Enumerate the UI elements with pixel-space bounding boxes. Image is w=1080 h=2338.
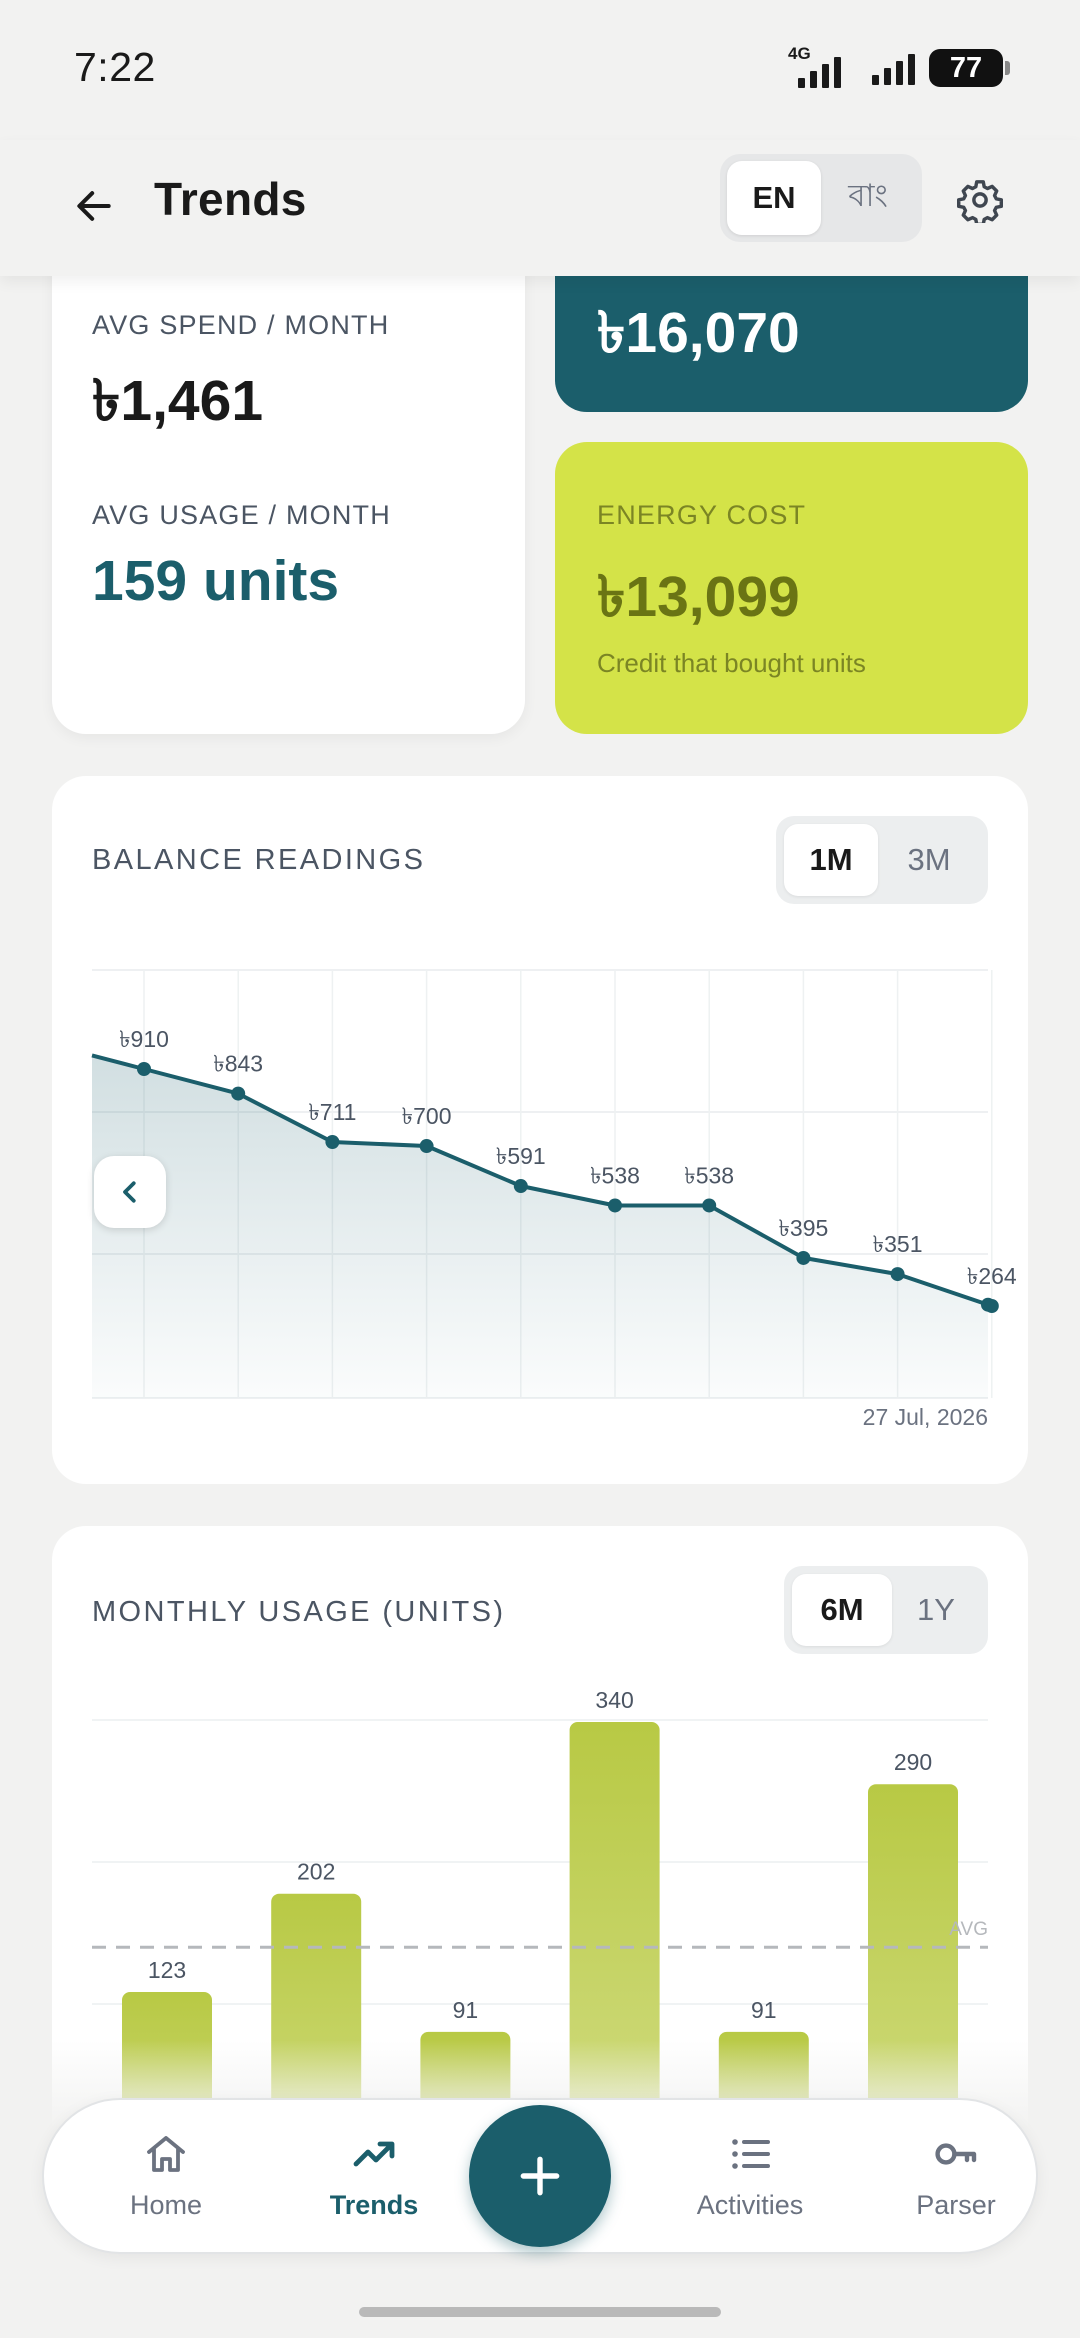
battery-icon: 77 — [929, 49, 1010, 87]
balance-point — [608, 1198, 622, 1213]
usage-data-label: 91 — [453, 1997, 479, 2023]
usage-data-label: 340 — [595, 1687, 633, 1713]
balance-data-label: ৳910 — [119, 1026, 169, 1052]
chart-previous-button[interactable] — [94, 1156, 166, 1228]
list-icon — [732, 2139, 770, 2169]
lang-bn-option[interactable]: বাং — [821, 161, 915, 235]
balance-data-label: ৳711 — [308, 1099, 356, 1125]
energy-cost-card: ENERGY COST ৳13,099 Credit that bought u… — [555, 442, 1028, 734]
nav-parser-label: Parser — [916, 2190, 996, 2220]
balance-data-label: ৳538 — [684, 1162, 734, 1188]
home-indicator — [359, 2307, 721, 2317]
back-button[interactable] — [64, 176, 124, 236]
nav-trends-label: Trends — [329, 2190, 419, 2220]
add-entry-button[interactable] — [469, 2105, 611, 2247]
balance-point — [231, 1086, 246, 1101]
back-arrow-icon — [77, 191, 111, 221]
key-icon — [935, 2143, 977, 2165]
avg-spend-value: ৳1,461 — [92, 369, 264, 433]
wifi-signal-icon — [872, 51, 915, 85]
balance-area — [92, 1055, 992, 1398]
usage-data-label: 91 — [751, 1997, 777, 2023]
balance-data-label: ৳843 — [213, 1051, 263, 1077]
usage-data-label: 123 — [148, 1957, 186, 1983]
balance-point — [984, 1299, 999, 1313]
avg-stats-card: AVG SPEND / MONTH ৳1,461 AVG USAGE / MON… — [52, 230, 525, 734]
mobile-signal-icon: 4G — [788, 44, 852, 88]
chevron-left-icon — [123, 1181, 136, 1203]
nav-home-label: Home — [129, 2190, 203, 2220]
balance-data-label: ৳264 — [967, 1263, 1017, 1289]
avg-spend-label: AVG SPEND / MONTH — [92, 310, 390, 340]
energy-cost-subtitle: Credit that bought units — [597, 648, 866, 678]
status-time: 7:22 — [74, 44, 156, 90]
balance-data-label: ৳351 — [873, 1231, 923, 1257]
usage-data-label: 290 — [894, 1749, 932, 1775]
battery-level: 77 — [929, 49, 1003, 87]
energy-cost-value: ৳13,099 — [597, 565, 800, 629]
balance-data-label: ৳538 — [590, 1162, 640, 1188]
balance-point — [325, 1135, 340, 1150]
balance-point — [890, 1267, 905, 1282]
home-icon — [147, 2136, 185, 2172]
balance-point — [137, 1062, 151, 1076]
status-icons: 4G 77 — [788, 44, 1010, 88]
energy-cost-label: ENERGY COST — [597, 500, 807, 530]
balance-point — [419, 1139, 434, 1154]
average-label: AVG — [949, 1919, 988, 1940]
balance-point — [513, 1179, 528, 1194]
gear-icon — [957, 180, 1003, 223]
balance-point — [796, 1250, 811, 1265]
lang-en-option[interactable]: EN — [727, 161, 821, 235]
page-title: Trends — [154, 173, 307, 225]
nav-home[interactable]: Home — [86, 2130, 246, 2221]
language-toggle: EN বাং — [720, 154, 922, 242]
settings-button[interactable] — [952, 172, 1008, 228]
avg-usage-label: AVG USAGE / MONTH — [92, 500, 391, 530]
balance-point — [702, 1198, 717, 1213]
avg-usage-value: 159 units — [92, 549, 340, 613]
balance-line-chart: ৳910 ৳843 ৳711 ৳700 ৳591 ৳538 ৳538 ৳395 ৳351 ৳264 — [91, 969, 1017, 1399]
usage-data-label: 202 — [297, 1859, 335, 1885]
plus-icon — [520, 2156, 560, 2196]
chart-end-date: 27 Jul, 2026 — [862, 1404, 988, 1430]
status-bar: 7:22 4G 77 — [0, 0, 1080, 140]
balance-data-label: ৳591 — [496, 1143, 546, 1169]
nav-activities[interactable]: Activities — [670, 2130, 830, 2221]
total-spend-value: ৳16,070 — [597, 301, 800, 365]
balance-data-label: ৳395 — [778, 1215, 828, 1241]
app-bar: Trends EN বাং — [0, 140, 1080, 276]
nav-trends[interactable]: Trends — [294, 2130, 454, 2221]
nav-activities-label: Activities — [696, 2190, 804, 2220]
nav-parser[interactable]: Parser — [876, 2130, 1036, 2221]
trend-icon — [353, 2141, 395, 2167]
balance-readings-card: BALANCE READINGS 1M 3M ৳910 ৳843 ৳711 ৳700 ৳… — [52, 776, 1028, 1484]
balance-data-label: ৳700 — [402, 1103, 452, 1129]
